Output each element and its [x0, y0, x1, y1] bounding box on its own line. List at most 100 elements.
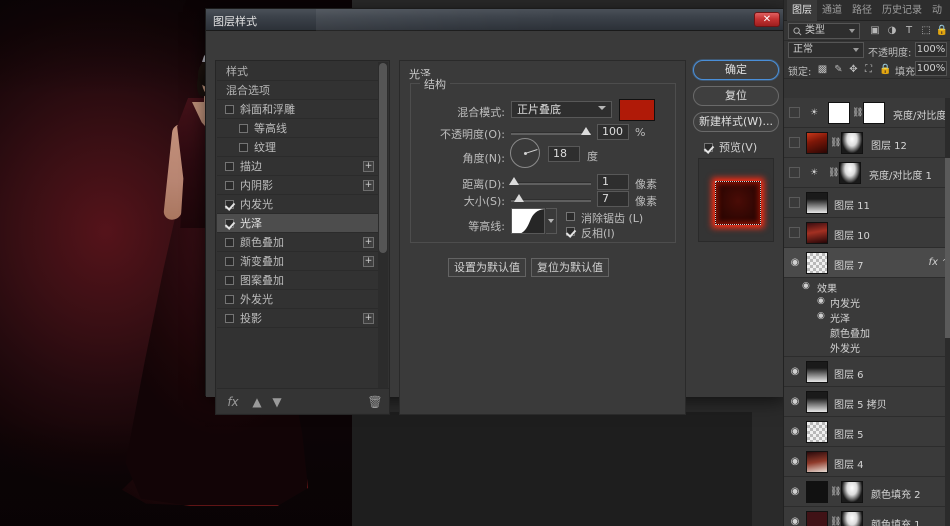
eye-icon[interactable]: ◉	[789, 396, 801, 408]
dialog-titlebar[interactable]: 图层样式 ✕	[206, 9, 784, 31]
layer-row[interactable]: 图层 11	[784, 188, 950, 218]
effects-group-row[interactable]: ◉ 效果	[784, 278, 950, 295]
layer-thumbnail[interactable]	[806, 511, 828, 526]
angle-dial[interactable]	[510, 138, 540, 168]
layer-row[interactable]: ◉ 图层 4	[784, 447, 950, 477]
layer-fx-badge[interactable]: fx	[929, 257, 938, 268]
styles-list[interactable]: 样式 混合选项 斜面和浮雕 等高线 纹理 描边 + 内阴影 + 内发光 光泽 颜色叠加 + 渐变叠加 + 图案…	[217, 62, 380, 390]
eye-icon[interactable]: ◉	[789, 366, 801, 378]
style-item-9[interactable]: 图案叠加	[217, 271, 380, 290]
layer-thumbnail[interactable]	[806, 192, 828, 214]
style-checkbox-2[interactable]	[239, 143, 248, 152]
style-add-button-4[interactable]: +	[363, 180, 374, 191]
style-add-button-7[interactable]: +	[363, 237, 374, 248]
lock-all-icon[interactable]: 🔒	[879, 63, 892, 76]
layer-list[interactable]: ☀ ⛓ 亮度/对比度 2 ⛓ 图层 12 ☀ ⛓ 亮度/对比度 1 图层 11 图层 10 ◉ 图层 …	[784, 98, 950, 526]
layers-scrollbar[interactable]	[945, 98, 950, 526]
style-item-2[interactable]: 纹理	[217, 138, 380, 157]
panel-tab-2[interactable]: 路径	[847, 0, 877, 21]
eye-icon[interactable]: ◉	[817, 311, 825, 321]
style-item-4[interactable]: 内阴影 +	[217, 176, 380, 195]
contour-dropdown-button[interactable]	[546, 208, 557, 234]
style-item-10[interactable]: 外发光	[217, 290, 380, 309]
link-icon[interactable]: ⛓	[830, 487, 841, 497]
styles-scrollbar[interactable]	[378, 62, 388, 390]
layer-thumbnail[interactable]	[806, 481, 828, 503]
eye-icon[interactable]: ◉	[789, 456, 801, 468]
layer-thumbnail[interactable]	[806, 391, 828, 413]
invert-checkbox[interactable]	[566, 227, 575, 236]
layer-row[interactable]: ☀ ⛓ 亮度/对比度 2	[784, 98, 950, 128]
filter-text-icon[interactable]: T	[902, 24, 916, 38]
panel-tabs[interactable]: 图层通道路径历史记录动作	[784, 0, 950, 37]
layer-thumbnail[interactable]	[806, 252, 828, 274]
style-item-5[interactable]: 内发光	[217, 195, 380, 214]
opacity-slider[interactable]	[511, 127, 591, 135]
layer-mask-thumbnail[interactable]	[839, 162, 861, 184]
layer-mask-thumbnail[interactable]	[841, 132, 863, 154]
eye-icon[interactable]: ◉	[789, 516, 801, 526]
blend-mode-select[interactable]: 正片叠底	[511, 101, 612, 118]
style-checkbox-4[interactable]	[225, 181, 234, 190]
filter-adjustment-icon[interactable]: ◑	[885, 24, 899, 38]
eye-icon-off[interactable]	[789, 167, 800, 178]
eye-icon[interactable]: ◉	[817, 296, 825, 306]
style-checkbox-5[interactable]	[225, 200, 234, 209]
opacity-input[interactable]: 100	[597, 124, 629, 140]
layer-opacity-input[interactable]: 100%	[915, 42, 947, 57]
style-add-button-8[interactable]: +	[363, 256, 374, 267]
style-checkbox-6[interactable]	[225, 219, 234, 228]
eye-icon-off[interactable]	[789, 107, 800, 118]
filter-shape-icon[interactable]: ⬚	[919, 24, 933, 38]
style-item-3[interactable]: 描边 +	[217, 157, 380, 176]
layer-row[interactable]: ◉ ⛓ 颜色填充 2	[784, 477, 950, 507]
style-checkbox-8[interactable]	[225, 257, 234, 266]
new-style-button[interactable]: 新建样式(W)...	[693, 112, 779, 132]
layer-row[interactable]: ◉ 图层 5	[784, 417, 950, 447]
style-item-8[interactable]: 渐变叠加 +	[217, 252, 380, 271]
styles-list-header[interactable]: 样式	[217, 62, 380, 81]
eye-icon[interactable]: ◉	[789, 486, 801, 498]
preview-checkbox[interactable]	[704, 143, 713, 152]
eye-icon[interactable]: ◉	[789, 426, 801, 438]
layer-row[interactable]: ◉ ⛓ 颜色填充 1	[784, 507, 950, 526]
distance-slider-thumb[interactable]	[509, 177, 519, 185]
move-down-icon[interactable]: ▼	[269, 394, 285, 410]
size-input[interactable]: 7	[597, 191, 629, 207]
eye-icon-off[interactable]	[789, 197, 800, 208]
style-item-6[interactable]: 光泽	[217, 214, 380, 233]
panel-tab-1[interactable]: 通道	[817, 0, 847, 21]
style-item-7[interactable]: 颜色叠加 +	[217, 233, 380, 252]
layer-row[interactable]: ◉图层 7fx⌃	[784, 248, 950, 278]
style-item-1[interactable]: 等高线	[217, 119, 380, 138]
layer-thumbnail[interactable]	[806, 132, 828, 154]
effect-row[interactable]: 外发光	[784, 338, 950, 355]
set-default-button[interactable]: 设置为默认值	[448, 258, 526, 277]
style-checkbox-7[interactable]	[225, 238, 234, 247]
style-item-0[interactable]: 斜面和浮雕	[217, 100, 380, 119]
style-checkbox-11[interactable]	[225, 314, 234, 323]
link-icon[interactable]: ⛓	[828, 168, 839, 178]
reset-default-button[interactable]: 复位为默认值	[531, 258, 609, 277]
delete-icon[interactable]: 🗑	[367, 394, 383, 410]
style-checkbox-10[interactable]	[225, 295, 234, 304]
preview-toggle-row[interactable]: 预览(V)	[704, 139, 757, 155]
panel-tab-3[interactable]: 历史记录	[877, 0, 927, 21]
close-icon[interactable]: ✕	[754, 12, 780, 27]
style-checkbox-9[interactable]	[225, 276, 234, 285]
blending-options-item[interactable]: 混合选项	[217, 81, 380, 100]
lock-move-icon[interactable]: ✥	[847, 63, 860, 76]
angle-input[interactable]: 18	[548, 146, 580, 162]
lock-artboard-icon[interactable]: ⛶	[862, 63, 875, 76]
opacity-slider-thumb[interactable]	[581, 127, 591, 135]
reset-button[interactable]: 复位	[693, 86, 779, 106]
distance-slider[interactable]	[509, 177, 591, 185]
filter-image-icon[interactable]: ▣	[868, 24, 882, 38]
layer-thumbnail[interactable]	[806, 222, 828, 244]
panel-tab-4[interactable]: 动作	[927, 0, 950, 37]
layer-mask-thumbnail[interactable]	[841, 481, 863, 503]
layer-thumbnail[interactable]	[806, 451, 828, 473]
antialias-checkbox[interactable]	[566, 212, 575, 221]
eye-icon-off[interactable]	[789, 137, 800, 148]
eye-icon-off[interactable]	[789, 227, 800, 238]
